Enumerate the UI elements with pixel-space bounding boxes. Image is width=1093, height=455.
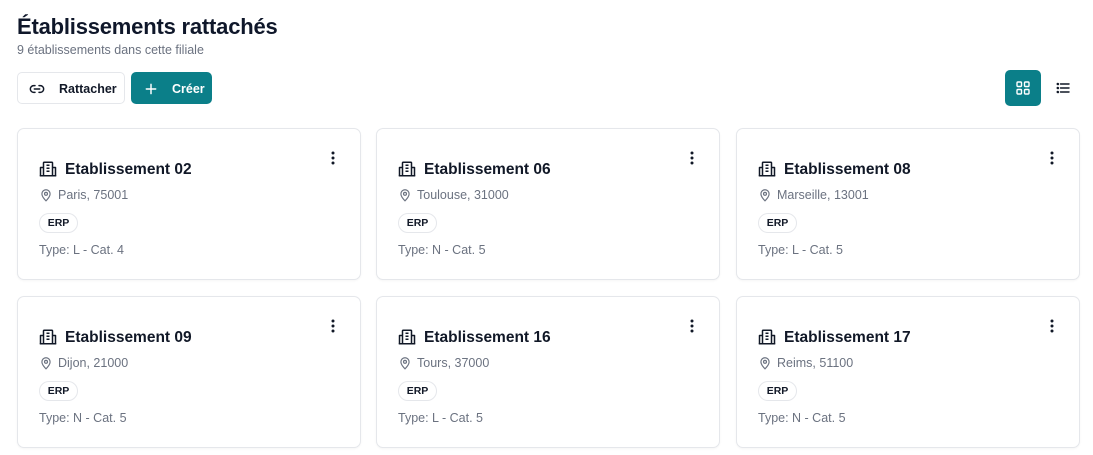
establishment-type: Type: N - Cat. 5 (39, 411, 127, 425)
building-icon (398, 329, 416, 345)
map-pin-icon (41, 189, 51, 202)
building-icon (758, 161, 776, 177)
establishment-name: Etablissement 17 (784, 329, 911, 346)
page-title: Établissements rattachés (17, 14, 278, 39)
establishment-location: Paris, 75001 (58, 188, 129, 202)
erp-badge: ERP (758, 213, 797, 233)
more-vertical-icon[interactable] (1045, 317, 1059, 335)
attached-establishments-page: Établissements rattachés 9 établissement… (0, 0, 1093, 455)
establishment-name: Etablissement 16 (424, 329, 551, 346)
establishment-type: Type: L - Cat. 4 (39, 243, 124, 257)
establishment-card[interactable]: Etablissement 16 Tours, 37000 ERP Type: … (376, 296, 720, 448)
establishment-card[interactable]: Etablissement 06 Toulouse, 31000 ERP Typ… (376, 128, 720, 280)
page-subtitle: 9 établissements dans cette filiale (17, 43, 204, 57)
establishment-card[interactable]: Etablissement 08 Marseille, 13001 ERP Ty… (736, 128, 1080, 280)
establishment-card[interactable]: Etablissement 17 Reims, 51100 ERP Type: … (736, 296, 1080, 448)
grid-view-toggle[interactable] (1005, 70, 1041, 106)
more-vertical-icon[interactable] (685, 149, 699, 167)
establishment-location: Reims, 51100 (777, 356, 854, 370)
more-vertical-icon[interactable] (685, 317, 699, 335)
map-pin-icon (400, 357, 410, 370)
establishment-name: Etablissement 02 (65, 161, 192, 178)
map-pin-icon (760, 189, 770, 202)
create-button-label: Créer (172, 82, 205, 96)
erp-badge: ERP (398, 381, 437, 401)
establishment-location: Toulouse, 31000 (417, 188, 509, 202)
link-icon (29, 84, 45, 94)
establishment-card[interactable]: Etablissement 09 Dijon, 21000 ERP Type: … (17, 296, 361, 448)
more-vertical-icon[interactable] (326, 149, 340, 167)
building-icon (758, 329, 776, 345)
building-icon (39, 329, 57, 345)
establishment-name: Etablissement 09 (65, 329, 192, 346)
establishment-location: Marseille, 13001 (777, 188, 869, 202)
attach-button[interactable]: Rattacher (17, 72, 125, 104)
establishment-type: Type: L - Cat. 5 (398, 411, 483, 425)
more-vertical-icon[interactable] (326, 317, 340, 335)
map-pin-icon (41, 357, 51, 370)
erp-badge: ERP (398, 213, 437, 233)
establishment-location: Tours, 37000 (417, 356, 490, 370)
establishment-type: Type: N - Cat. 5 (398, 243, 486, 257)
grid-view-icon (1016, 81, 1030, 95)
attach-button-label: Rattacher (59, 82, 117, 96)
establishment-type: Type: L - Cat. 5 (758, 243, 843, 257)
list-view-toggle[interactable] (1045, 70, 1081, 106)
building-icon (398, 161, 416, 177)
establishment-type: Type: N - Cat. 5 (758, 411, 846, 425)
map-pin-icon (400, 189, 410, 202)
erp-badge: ERP (758, 381, 797, 401)
establishment-name: Etablissement 06 (424, 161, 551, 178)
plus-icon (145, 83, 157, 95)
building-icon (39, 161, 57, 177)
erp-badge: ERP (39, 213, 78, 233)
erp-badge: ERP (39, 381, 78, 401)
establishment-location: Dijon, 21000 (58, 356, 129, 370)
more-vertical-icon[interactable] (1045, 149, 1059, 167)
create-button[interactable]: Créer (131, 72, 212, 104)
map-pin-icon (760, 357, 770, 370)
establishment-name: Etablissement 08 (784, 161, 911, 178)
establishment-card[interactable]: Etablissement 02 Paris, 75001 ERP Type: … (17, 128, 361, 280)
list-view-icon (1056, 82, 1070, 94)
